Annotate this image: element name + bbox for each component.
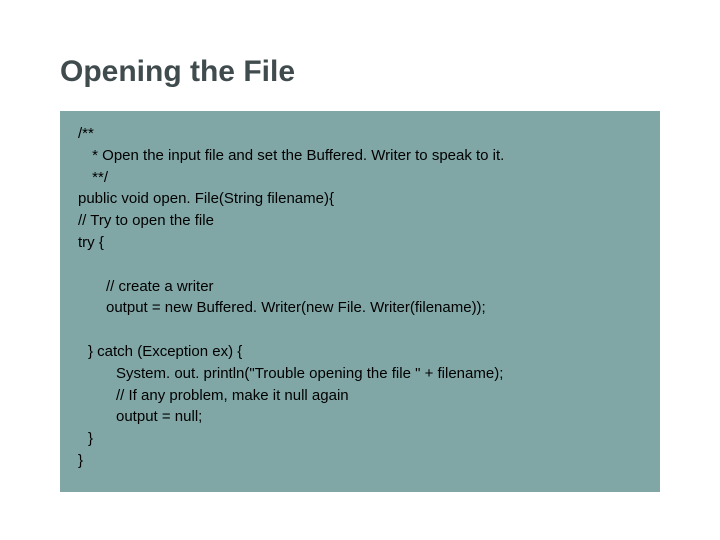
code-line: } xyxy=(68,428,650,450)
code-line: try { xyxy=(68,232,650,254)
code-line: // Try to open the file xyxy=(68,210,650,232)
code-line: output = null; xyxy=(68,406,650,428)
blank-line xyxy=(68,254,650,276)
code-line: // If any problem, make it null again xyxy=(68,385,650,407)
code-block: /** * Open the input file and set the Bu… xyxy=(60,111,660,492)
slide-title: Opening the File xyxy=(60,55,660,89)
code-line: } catch (Exception ex) { xyxy=(68,341,650,363)
code-line: **/ xyxy=(68,167,650,189)
slide-container: Opening the File /** * Open the input fi… xyxy=(0,0,720,540)
code-line: } xyxy=(68,450,650,472)
code-line: public void open. File(String filename){ xyxy=(68,188,650,210)
code-line: * Open the input file and set the Buffer… xyxy=(68,145,650,167)
blank-line xyxy=(68,319,650,341)
code-line: // create a writer xyxy=(68,276,650,298)
code-line: System. out. println("Trouble opening th… xyxy=(68,363,650,385)
code-line: output = new Buffered. Writer(new File. … xyxy=(68,297,650,319)
code-line: /** xyxy=(68,123,650,145)
